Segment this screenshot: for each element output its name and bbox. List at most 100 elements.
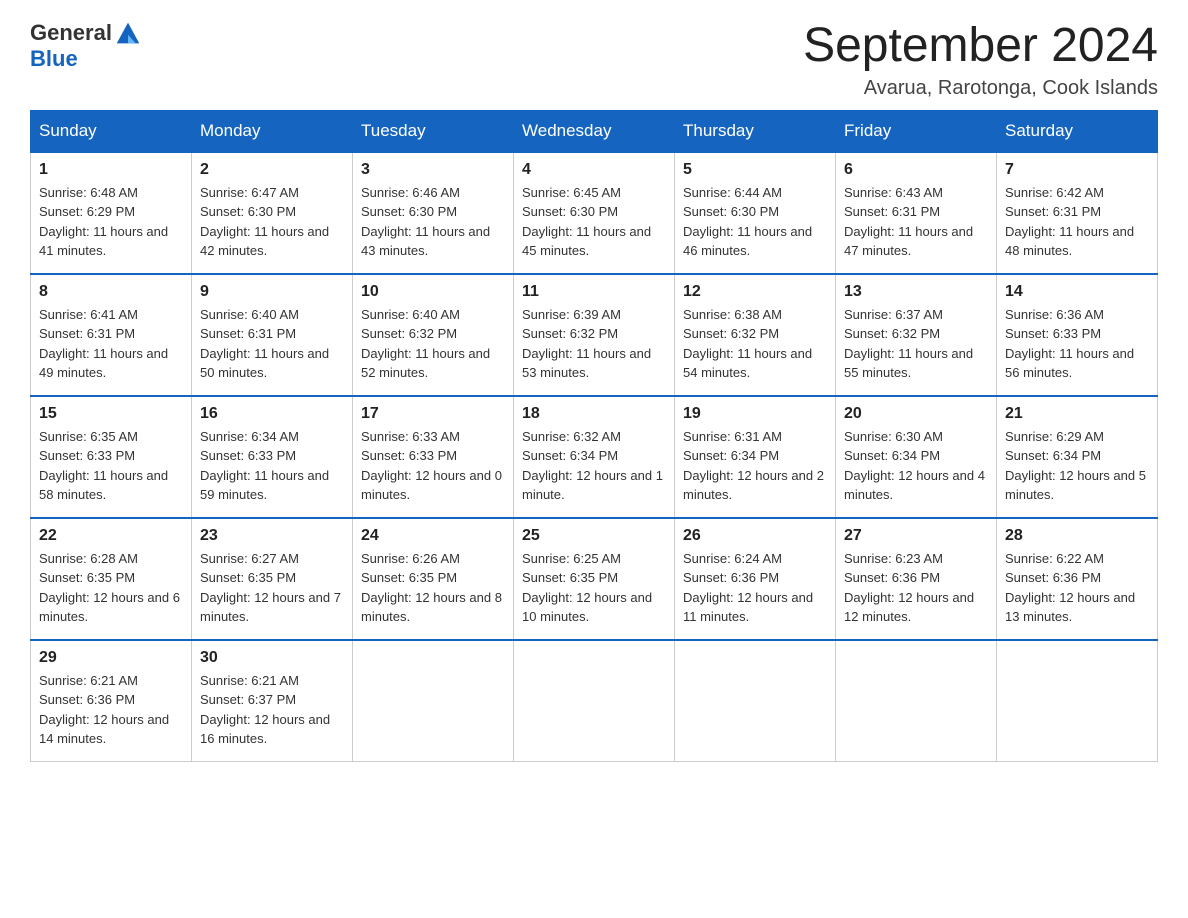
page-header: GeneralBlue September 2024 Avarua, Rarot… bbox=[30, 20, 1158, 100]
title-block: September 2024 Avarua, Rarotonga, Cook I… bbox=[803, 20, 1158, 100]
day-number: 21 bbox=[1005, 405, 1149, 423]
calendar-day-29: 29 Sunrise: 6:21 AMSunset: 6:36 PMDayligh… bbox=[31, 640, 192, 762]
day-number: 15 bbox=[39, 405, 183, 423]
day-number: 4 bbox=[522, 161, 666, 179]
month-year-title: September 2024 bbox=[803, 20, 1158, 73]
day-info: Sunrise: 6:21 AMSunset: 6:37 PMDaylight:… bbox=[200, 671, 344, 749]
calendar-day-6: 6 Sunrise: 6:43 AMSunset: 6:31 PMDaylight… bbox=[836, 152, 997, 274]
empty-cell bbox=[514, 640, 675, 762]
day-number: 6 bbox=[844, 161, 988, 179]
calendar-day-23: 23Sunrise: 6:27 AMSunset: 6:35 PMDayligh… bbox=[192, 518, 353, 640]
day-number: 12 bbox=[683, 283, 827, 301]
week-row-1: 1 Sunrise: 6:48 AMSunset: 6:29 PMDaylight… bbox=[31, 152, 1158, 274]
week-row-2: 8Sunrise: 6:41 AMSunset: 6:31 PMDaylight… bbox=[31, 274, 1158, 396]
day-number: 5 bbox=[683, 161, 827, 179]
calendar-day-28: 28 Sunrise: 6:22 AMSunset: 6:36 PMDayligh… bbox=[997, 518, 1158, 640]
day-number: 14 bbox=[1005, 283, 1149, 301]
day-info: Sunrise: 6:21 AMSunset: 6:36 PMDaylight:… bbox=[39, 671, 183, 749]
day-number: 25 bbox=[522, 527, 666, 545]
day-number: 13 bbox=[844, 283, 988, 301]
day-info: Sunrise: 6:27 AMSunset: 6:35 PMDaylight:… bbox=[200, 549, 344, 627]
day-number: 20 bbox=[844, 405, 988, 423]
calendar-day-7: 7 Sunrise: 6:42 AMSunset: 6:31 PMDaylight… bbox=[997, 152, 1158, 274]
calendar-day-22: 22 Sunrise: 6:28 AMSunset: 6:35 PMDayligh… bbox=[31, 518, 192, 640]
day-number: 16 bbox=[200, 405, 344, 423]
day-number: 17 bbox=[361, 405, 505, 423]
day-info: Sunrise: 6:28 AMSunset: 6:35 PMDaylight:… bbox=[39, 549, 183, 627]
calendar-day-27: 27 Sunrise: 6:23 AMSunset: 6:36 PMDayligh… bbox=[836, 518, 997, 640]
calendar-day-19: 19Sunrise: 6:31 AMSunset: 6:34 PMDayligh… bbox=[675, 396, 836, 518]
calendar-table: SundayMondayTuesdayWednesdayThursdayFrid… bbox=[30, 110, 1158, 762]
day-info: Sunrise: 6:44 AMSunset: 6:30 PMDaylight:… bbox=[683, 183, 827, 261]
week-row-3: 15 Sunrise: 6:35 AMSunset: 6:33 PMDayligh… bbox=[31, 396, 1158, 518]
logo-icon bbox=[115, 20, 141, 46]
calendar-day-26: 26 Sunrise: 6:24 AMSunset: 6:36 PMDayligh… bbox=[675, 518, 836, 640]
calendar-day-12: 12Sunrise: 6:38 AMSunset: 6:32 PMDayligh… bbox=[675, 274, 836, 396]
day-info: Sunrise: 6:31 AMSunset: 6:34 PMDaylight:… bbox=[683, 427, 827, 505]
calendar-header-wednesday: Wednesday bbox=[514, 110, 675, 152]
day-info: Sunrise: 6:24 AMSunset: 6:36 PMDaylight:… bbox=[683, 549, 827, 627]
day-number: 24 bbox=[361, 527, 505, 545]
calendar-day-2: 2 Sunrise: 6:47 AMSunset: 6:30 PMDaylight… bbox=[192, 152, 353, 274]
calendar-day-21: 21 Sunrise: 6:29 AMSunset: 6:34 PMDayligh… bbox=[997, 396, 1158, 518]
day-info: Sunrise: 6:34 AMSunset: 6:33 PMDaylight:… bbox=[200, 427, 344, 505]
calendar-day-10: 10 Sunrise: 6:40 AMSunset: 6:32 PMDayligh… bbox=[353, 274, 514, 396]
day-number: 10 bbox=[361, 283, 505, 301]
day-info: Sunrise: 6:29 AMSunset: 6:34 PMDaylight:… bbox=[1005, 427, 1149, 505]
day-info: Sunrise: 6:42 AMSunset: 6:31 PMDaylight:… bbox=[1005, 183, 1149, 261]
calendar-day-14: 14 Sunrise: 6:36 AMSunset: 6:33 PMDayligh… bbox=[997, 274, 1158, 396]
calendar-day-18: 18Sunrise: 6:32 AMSunset: 6:34 PMDayligh… bbox=[514, 396, 675, 518]
logo-general-text: General bbox=[30, 20, 112, 46]
day-info: Sunrise: 6:39 AMSunset: 6:32 PMDaylight:… bbox=[522, 305, 666, 383]
day-info: Sunrise: 6:22 AMSunset: 6:36 PMDaylight:… bbox=[1005, 549, 1149, 627]
day-info: Sunrise: 6:33 AMSunset: 6:33 PMDaylight:… bbox=[361, 427, 505, 505]
day-info: Sunrise: 6:25 AMSunset: 6:35 PMDaylight:… bbox=[522, 549, 666, 627]
day-info: Sunrise: 6:46 AMSunset: 6:30 PMDaylight:… bbox=[361, 183, 505, 261]
week-row-4: 22 Sunrise: 6:28 AMSunset: 6:35 PMDayligh… bbox=[31, 518, 1158, 640]
calendar-day-5: 5 Sunrise: 6:44 AMSunset: 6:30 PMDaylight… bbox=[675, 152, 836, 274]
calendar-header-friday: Friday bbox=[836, 110, 997, 152]
calendar-day-25: 25 Sunrise: 6:25 AMSunset: 6:35 PMDayligh… bbox=[514, 518, 675, 640]
calendar-day-4: 4 Sunrise: 6:45 AMSunset: 6:30 PMDaylight… bbox=[514, 152, 675, 274]
day-info: Sunrise: 6:30 AMSunset: 6:34 PMDaylight:… bbox=[844, 427, 988, 505]
week-row-5: 29 Sunrise: 6:21 AMSunset: 6:36 PMDayligh… bbox=[31, 640, 1158, 762]
day-number: 7 bbox=[1005, 161, 1149, 179]
calendar-header-sunday: Sunday bbox=[31, 110, 192, 152]
day-number: 26 bbox=[683, 527, 827, 545]
calendar-header-thursday: Thursday bbox=[675, 110, 836, 152]
day-info: Sunrise: 6:35 AMSunset: 6:33 PMDaylight:… bbox=[39, 427, 183, 505]
empty-cell bbox=[353, 640, 514, 762]
location-subtitle: Avarua, Rarotonga, Cook Islands bbox=[803, 77, 1158, 100]
day-number: 1 bbox=[39, 161, 183, 179]
day-info: Sunrise: 6:26 AMSunset: 6:35 PMDaylight:… bbox=[361, 549, 505, 627]
calendar-day-11: 11 Sunrise: 6:39 AMSunset: 6:32 PMDayligh… bbox=[514, 274, 675, 396]
day-info: Sunrise: 6:48 AMSunset: 6:29 PMDaylight:… bbox=[39, 183, 183, 261]
empty-cell bbox=[675, 640, 836, 762]
logo-blue-text: Blue bbox=[30, 46, 78, 72]
day-number: 22 bbox=[39, 527, 183, 545]
day-info: Sunrise: 6:32 AMSunset: 6:34 PMDaylight:… bbox=[522, 427, 666, 505]
empty-cell bbox=[997, 640, 1158, 762]
day-number: 28 bbox=[1005, 527, 1149, 545]
day-info: Sunrise: 6:47 AMSunset: 6:30 PMDaylight:… bbox=[200, 183, 344, 261]
day-info: Sunrise: 6:37 AMSunset: 6:32 PMDaylight:… bbox=[844, 305, 988, 383]
day-info: Sunrise: 6:36 AMSunset: 6:33 PMDaylight:… bbox=[1005, 305, 1149, 383]
calendar-header-monday: Monday bbox=[192, 110, 353, 152]
day-number: 11 bbox=[522, 283, 666, 301]
calendar-header-saturday: Saturday bbox=[997, 110, 1158, 152]
calendar-day-15: 15 Sunrise: 6:35 AMSunset: 6:33 PMDayligh… bbox=[31, 396, 192, 518]
day-number: 29 bbox=[39, 649, 183, 667]
calendar-day-3: 3 Sunrise: 6:46 AMSunset: 6:30 PMDaylight… bbox=[353, 152, 514, 274]
day-number: 2 bbox=[200, 161, 344, 179]
empty-cell bbox=[836, 640, 997, 762]
day-info: Sunrise: 6:43 AMSunset: 6:31 PMDaylight:… bbox=[844, 183, 988, 261]
calendar-day-20: 20 Sunrise: 6:30 AMSunset: 6:34 PMDayligh… bbox=[836, 396, 997, 518]
calendar-day-8: 8Sunrise: 6:41 AMSunset: 6:31 PMDaylight… bbox=[31, 274, 192, 396]
day-info: Sunrise: 6:41 AMSunset: 6:31 PMDaylight:… bbox=[39, 305, 183, 383]
day-number: 3 bbox=[361, 161, 505, 179]
day-number: 27 bbox=[844, 527, 988, 545]
day-info: Sunrise: 6:40 AMSunset: 6:32 PMDaylight:… bbox=[361, 305, 505, 383]
day-info: Sunrise: 6:23 AMSunset: 6:36 PMDaylight:… bbox=[844, 549, 988, 627]
day-info: Sunrise: 6:45 AMSunset: 6:30 PMDaylight:… bbox=[522, 183, 666, 261]
calendar-day-9: 9Sunrise: 6:40 AMSunset: 6:31 PMDaylight… bbox=[192, 274, 353, 396]
